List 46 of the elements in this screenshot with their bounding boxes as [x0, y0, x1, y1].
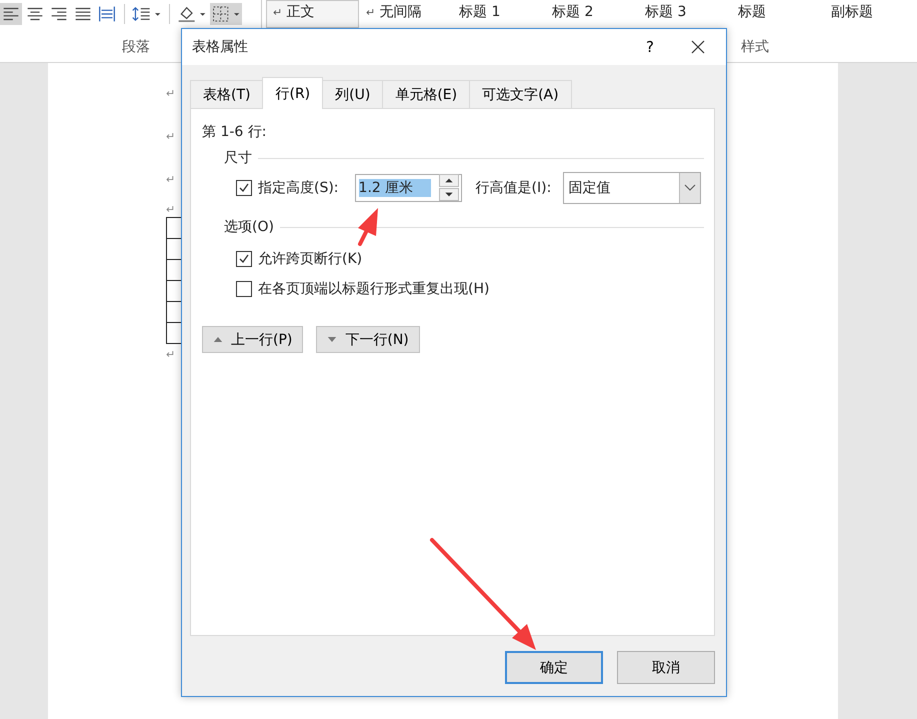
- paragraph-mark: ↵: [166, 130, 176, 144]
- help-button[interactable]: ?: [646, 38, 654, 56]
- style-item[interactable]: 标题: [731, 0, 824, 28]
- paragraph-mark: ↵: [166, 203, 176, 217]
- align-left-icon[interactable]: [0, 3, 22, 25]
- checkbox-label: 指定高度(S):: [258, 178, 339, 196]
- checkmark-icon: [238, 182, 250, 194]
- triangle-down-icon: [327, 336, 338, 343]
- nav-button[interactable]: 上一行(P): [202, 326, 304, 353]
- style-item[interactable]: ↵ 无间隔: [359, 0, 452, 28]
- checkbox[interactable]: [236, 180, 252, 196]
- dialog-button[interactable]: 取消: [617, 651, 715, 684]
- checkbox[interactable]: [236, 281, 252, 297]
- checkbox-label: 允许跨页断行(K): [258, 250, 362, 268]
- checkmark-icon: [238, 253, 250, 265]
- style-item[interactable]: 标题 3: [638, 0, 731, 28]
- close-icon[interactable]: [690, 39, 706, 55]
- dialog-button[interactable]: 确定: [505, 651, 603, 684]
- borders-icon[interactable]: [210, 3, 242, 25]
- chevron-down-icon: [684, 184, 696, 192]
- tab[interactable]: 可选文字(A): [469, 80, 572, 108]
- triangle-up-icon: [213, 336, 223, 343]
- style-item[interactable]: ↵ 正文: [266, 0, 359, 28]
- section-title: 选项(O): [224, 218, 274, 236]
- group-label: 样式: [741, 38, 769, 56]
- paragraph-mark: ↵: [166, 87, 176, 101]
- tab[interactable]: 表格(T): [190, 80, 264, 108]
- field-label: 行高值是(I):: [476, 178, 552, 196]
- nav-button[interactable]: 下一行(N): [316, 326, 420, 353]
- row-range-label: 第 1-6 行:: [202, 123, 268, 141]
- height-field[interactable]: 1.2 厘米: [354, 174, 462, 202]
- tab[interactable]: 行(R): [262, 77, 324, 109]
- style-item[interactable]: 副标题: [824, 0, 917, 28]
- paragraph-mark: ↵: [166, 173, 176, 187]
- checkbox-label: 在各页顶端以标题行形式重复出现(H): [258, 280, 490, 298]
- style-item[interactable]: 标题 2: [545, 0, 638, 28]
- paragraph-mark: ↵: [166, 348, 176, 362]
- annotation-arrow: [358, 208, 378, 246]
- style-item[interactable]: 标题 1: [452, 0, 545, 28]
- checkbox[interactable]: [236, 251, 252, 267]
- spin-down-icon[interactable]: [438, 188, 459, 201]
- row-height-dropdown[interactable]: 固定值: [563, 172, 702, 204]
- spin-up-icon[interactable]: [438, 174, 459, 187]
- group-label: 段落: [122, 38, 150, 56]
- dialog-title: 表格属性: [192, 38, 249, 56]
- section-title: 尺寸: [224, 149, 252, 167]
